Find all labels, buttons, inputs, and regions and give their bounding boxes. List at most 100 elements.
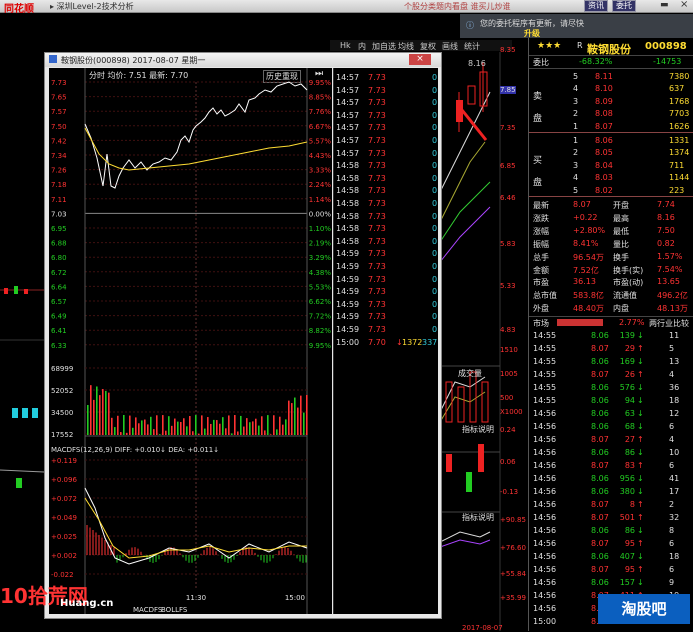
weibi-label: 委比 [533, 58, 549, 67]
trade-button[interactable]: 委托 [612, 0, 636, 12]
price-label: 7.11 [51, 196, 67, 204]
tick-row: 14:57 7.73 0 [336, 123, 438, 133]
trade-row: 14:55 8.06 576 ↓ 36 [533, 383, 680, 392]
trade-row: 14:56 8.07 95 ↑ 6 [533, 539, 675, 548]
price-label: 6.33 [51, 342, 67, 350]
tool-hk[interactable]: Hk [340, 41, 351, 50]
ask-row[interactable]: 4 8.10 637 [529, 83, 693, 95]
history-minute-window[interactable]: 鞍钢股份(000898) 2017-08-07 星期一 × 分时 均价: 7.5… [44, 52, 442, 619]
macd-label: +0.025 [51, 533, 77, 541]
volume-bar [228, 415, 230, 435]
volume-bar [210, 423, 212, 435]
volume-bar [273, 415, 275, 435]
indicator-help-2[interactable]: 指标说明 [462, 512, 494, 523]
trade-row: 14:55 8.07 29 ↑ 5 [533, 344, 675, 353]
volume-bar [270, 434, 272, 435]
tick-row: 14:57 7.73 0 [336, 110, 438, 120]
minute-chart[interactable]: 分时 均价: 7.51 最新: 7.70 历史重现 ⏭ 7.73 9.95% 7.6… [49, 68, 332, 614]
market-compare-bar[interactable]: 市场 2.77% 两行业比较 [529, 316, 693, 329]
close-icon[interactable]: × [409, 54, 431, 65]
pct-label: 8.85% [309, 94, 332, 102]
tick-row: 14:58 7.73 0 [336, 236, 438, 246]
close-icon[interactable]: × [680, 0, 688, 10]
price-label: 6.41 [51, 327, 67, 335]
up-arrow-icon: ↑ [637, 461, 644, 470]
tick-row: 15:00 7.70 1372 337 ↓ [336, 337, 438, 347]
bid-row[interactable]: 1 8.06 1331 [529, 135, 693, 147]
market-label: 市场 [533, 319, 549, 328]
price-label: 6.49 [51, 313, 67, 321]
volume-bar [93, 399, 95, 435]
minimize-icon[interactable]: ▬ [660, 0, 669, 10]
trade-row: 14:55 8.06 169 ↓ 13 [533, 357, 680, 366]
down-arrow-icon: ↓ [637, 448, 644, 457]
price-label: 6.64 [51, 283, 67, 291]
ask-row[interactable]: 2 8.08 7703 [529, 108, 693, 120]
window-icon [49, 55, 57, 63]
down-arrow-icon: ↓ [637, 578, 644, 587]
popup-title-bar[interactable]: 鞍钢股份(000898) 2017-08-07 星期一 × [45, 53, 441, 67]
ask-row[interactable]: 3 8.09 1768 [529, 96, 693, 108]
kline-high-label: 8.16 [468, 59, 486, 68]
tool-ma[interactable]: 均线 [398, 41, 414, 52]
weicha-value: -14753 [653, 57, 682, 66]
up-arrow-icon: ↑ [637, 344, 644, 353]
volume-bar [180, 422, 182, 435]
down-arrow-icon: ↓ [637, 357, 644, 366]
menu-title[interactable]: ▸ 深圳Level-2技术分析 [50, 1, 134, 12]
news-button[interactable]: 资讯 [584, 0, 608, 12]
stock-code: 000898 [645, 41, 687, 52]
volume-bar [195, 415, 197, 435]
pct-label: 4.38% [309, 269, 332, 277]
volume-bar [162, 415, 164, 435]
tool-adjust[interactable]: 复权 [420, 41, 436, 52]
down-arrow-icon: ↓ [637, 526, 644, 535]
price-label: 7.57 [51, 108, 67, 116]
tool-stats[interactable]: 统计 [464, 41, 480, 52]
tick-row: 14:58 7.73 0 [336, 186, 438, 196]
bid-row[interactable]: 3 8.04 711 [529, 160, 693, 172]
bid-row[interactable]: 5 8.02 223 [529, 185, 693, 197]
volume-bar [156, 415, 158, 435]
tool-draw[interactable]: 画线 [442, 41, 458, 52]
stat-row: 最新 8.07 开盘 7.74 [533, 200, 675, 210]
price-label: 7.03 [51, 210, 67, 218]
ask-row[interactable]: 5 8.11 7380 [529, 71, 693, 83]
tool-add-watch[interactable]: 加自选 [372, 41, 396, 52]
bid-row[interactable]: 2 8.05 1374 [529, 147, 693, 159]
up-arrow-icon: ↑ [637, 565, 644, 574]
volume-bar [120, 432, 122, 435]
volume-bar [165, 430, 167, 435]
up-arrow-icon: ↑ [637, 370, 644, 379]
tab-macdfs[interactable]: MACDFS [133, 606, 163, 614]
tool-inner[interactable]: 内 [358, 41, 366, 52]
volume-label: 34500 [51, 409, 73, 417]
chart-toolbar: Hk 内 加自选 均线 复权 画线 统计 [330, 40, 512, 51]
top-ads[interactable]: 个股分类题内看盘 谁买儿炒谁 [404, 1, 511, 12]
volume-bar [243, 426, 245, 435]
price-label: 7.50 [51, 123, 67, 131]
update-notification[interactable]: ⓘ 您的委托程序有更新，请尽快 升级 [460, 14, 693, 38]
tick-row: 14:59 7.73 0 [336, 287, 438, 297]
volume-bar [129, 415, 131, 435]
volume-bar [222, 417, 224, 435]
pct-label: 2.24% [309, 181, 332, 189]
pct-label: 8.82% [309, 327, 332, 335]
pct-label: 9.95% [309, 79, 332, 87]
price-label: 7.42 [51, 137, 67, 145]
macd-label: +0.072 [51, 495, 77, 503]
volume-bar [117, 415, 119, 435]
trade-row: 14:56 8.06 68 ↓ 6 [533, 422, 675, 431]
trade-row: 14:55 8.06 139 ↓ 11 [533, 331, 680, 340]
ask-row[interactable]: 1 8.07 1626 [529, 121, 693, 133]
industry-compare[interactable]: 两行业比较 [649, 318, 689, 329]
tab-bollfs[interactable]: BOLLFS [161, 606, 188, 614]
down-arrow-icon: ↓ [637, 422, 644, 431]
bid-row[interactable]: 4 8.03 1144 [529, 172, 693, 184]
trade-row: 14:55 8.06 94 ↓ 18 [533, 396, 680, 405]
volume-bar [306, 395, 308, 435]
trade-row: 14:56 8.07 95 ↑ 6 [533, 565, 675, 574]
trade-row: 14:56 8.06 380 ↓ 17 [533, 487, 680, 496]
indicator-help-1[interactable]: 指标说明 [462, 424, 494, 435]
volume-bar [279, 416, 281, 435]
